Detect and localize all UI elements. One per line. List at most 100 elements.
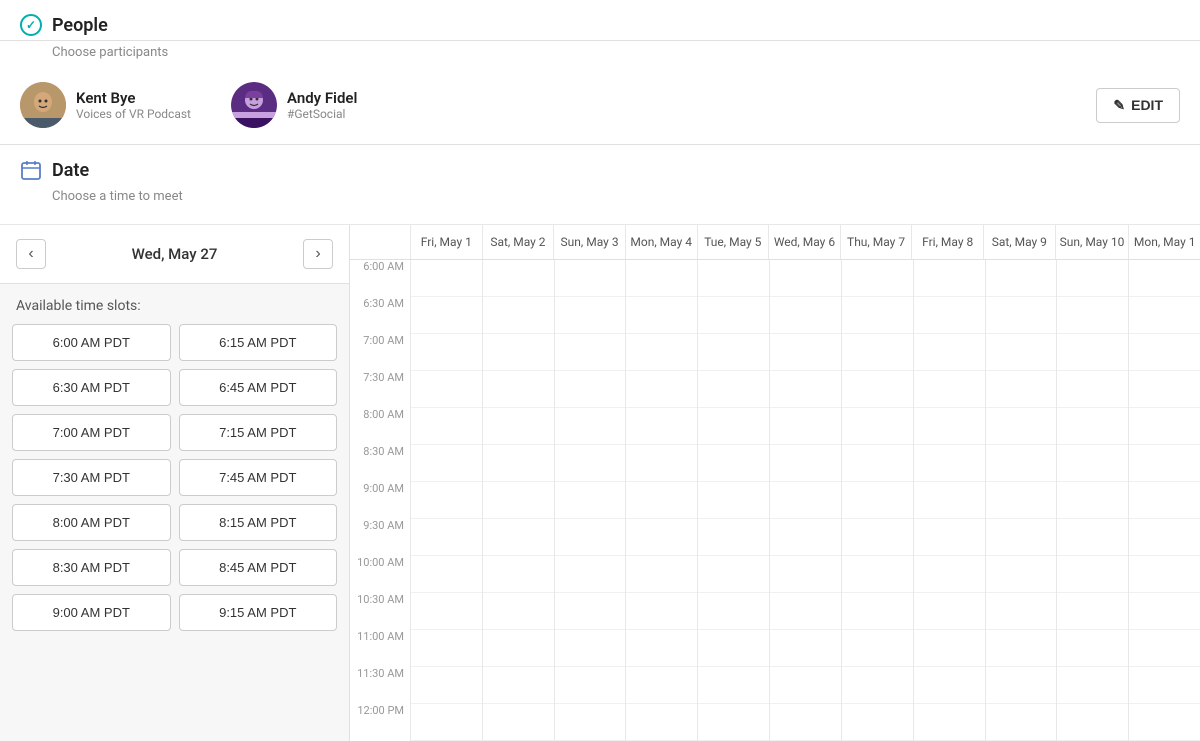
grid-cell[interactable] [626,630,697,667]
grid-cell[interactable] [914,593,985,630]
grid-cell[interactable] [986,482,1057,519]
grid-cell[interactable] [411,704,482,741]
grid-cell[interactable] [914,445,985,482]
grid-cell[interactable] [770,667,841,704]
time-slot-button[interactable]: 6:30 AM PDT [12,369,171,406]
grid-cell[interactable] [555,704,626,741]
grid-cell[interactable] [555,334,626,371]
grid-cell[interactable] [626,371,697,408]
grid-cell[interactable] [842,445,913,482]
grid-cell[interactable] [555,408,626,445]
grid-cell[interactable] [842,667,913,704]
grid-cell[interactable] [1057,667,1128,704]
grid-cell[interactable] [555,667,626,704]
grid-cell[interactable] [626,519,697,556]
grid-cell[interactable] [914,704,985,741]
grid-cell[interactable] [986,260,1057,297]
grid-cell[interactable] [1129,334,1200,371]
nav-prev-button[interactable]: ‹ [16,239,46,269]
grid-cell[interactable] [1057,482,1128,519]
grid-cell[interactable] [986,556,1057,593]
grid-cell[interactable] [698,593,769,630]
grid-cell[interactable] [1129,704,1200,741]
grid-cell[interactable] [842,408,913,445]
grid-cell[interactable] [483,445,554,482]
grid-cell[interactable] [770,556,841,593]
grid-cell[interactable] [483,260,554,297]
grid-cell[interactable] [626,593,697,630]
grid-cell[interactable] [1057,260,1128,297]
grid-cell[interactable] [986,593,1057,630]
grid-cell[interactable] [483,593,554,630]
grid-cell[interactable] [483,334,554,371]
grid-cell[interactable] [626,297,697,334]
time-slot-button[interactable]: 9:15 AM PDT [179,594,338,631]
grid-cell[interactable] [842,334,913,371]
grid-cell[interactable] [411,445,482,482]
grid-cell[interactable] [842,630,913,667]
grid-cell[interactable] [1057,519,1128,556]
grid-cell[interactable] [1057,408,1128,445]
grid-cell[interactable] [626,260,697,297]
grid-cell[interactable] [842,371,913,408]
grid-cell[interactable] [986,408,1057,445]
grid-cell[interactable] [411,334,482,371]
grid-cell[interactable] [1057,630,1128,667]
grid-cell[interactable] [1057,297,1128,334]
grid-cell[interactable] [698,260,769,297]
grid-cell[interactable] [986,704,1057,741]
grid-cell[interactable] [986,297,1057,334]
grid-cell[interactable] [1057,371,1128,408]
grid-cell[interactable] [626,408,697,445]
grid-cell[interactable] [411,556,482,593]
time-slot-button[interactable]: 8:15 AM PDT [179,504,338,541]
grid-cell[interactable] [770,704,841,741]
grid-cell[interactable] [914,519,985,556]
grid-cell[interactable] [1057,556,1128,593]
grid-cell[interactable] [1129,445,1200,482]
grid-cell[interactable] [483,704,554,741]
grid-cell[interactable] [698,519,769,556]
time-slot-button[interactable]: 6:45 AM PDT [179,369,338,406]
grid-cell[interactable] [914,260,985,297]
grid-cell[interactable] [914,371,985,408]
grid-cell[interactable] [986,667,1057,704]
grid-cell[interactable] [1057,445,1128,482]
grid-cell[interactable] [1129,408,1200,445]
grid-cell[interactable] [555,260,626,297]
grid-cell[interactable] [770,297,841,334]
grid-cell[interactable] [626,704,697,741]
grid-cell[interactable] [1057,334,1128,371]
grid-cell[interactable] [411,297,482,334]
grid-cell[interactable] [986,371,1057,408]
grid-cell[interactable] [842,482,913,519]
grid-cell[interactable] [411,667,482,704]
grid-cell[interactable] [698,297,769,334]
grid-cell[interactable] [698,408,769,445]
grid-cell[interactable] [411,260,482,297]
grid-cell[interactable] [411,630,482,667]
grid-cell[interactable] [914,297,985,334]
grid-cell[interactable] [914,630,985,667]
grid-cell[interactable] [411,408,482,445]
grid-cell[interactable] [842,297,913,334]
grid-cell[interactable] [1129,593,1200,630]
grid-cell[interactable] [1057,593,1128,630]
grid-cell[interactable] [626,445,697,482]
grid-cell[interactable] [555,371,626,408]
grid-cell[interactable] [986,519,1057,556]
grid-cell[interactable] [770,482,841,519]
time-slot-button[interactable]: 7:15 AM PDT [179,414,338,451]
edit-button[interactable]: ✎ EDIT [1096,88,1180,123]
grid-cell[interactable] [1057,704,1128,741]
time-slot-button[interactable]: 9:00 AM PDT [12,594,171,631]
grid-cell[interactable] [483,667,554,704]
grid-cell[interactable] [483,556,554,593]
grid-cell[interactable] [1129,371,1200,408]
grid-cell[interactable] [986,334,1057,371]
grid-cell[interactable] [698,482,769,519]
grid-cell[interactable] [698,445,769,482]
grid-cell[interactable] [1129,556,1200,593]
nav-next-button[interactable]: › [303,239,333,269]
time-slot-button[interactable]: 6:15 AM PDT [179,324,338,361]
